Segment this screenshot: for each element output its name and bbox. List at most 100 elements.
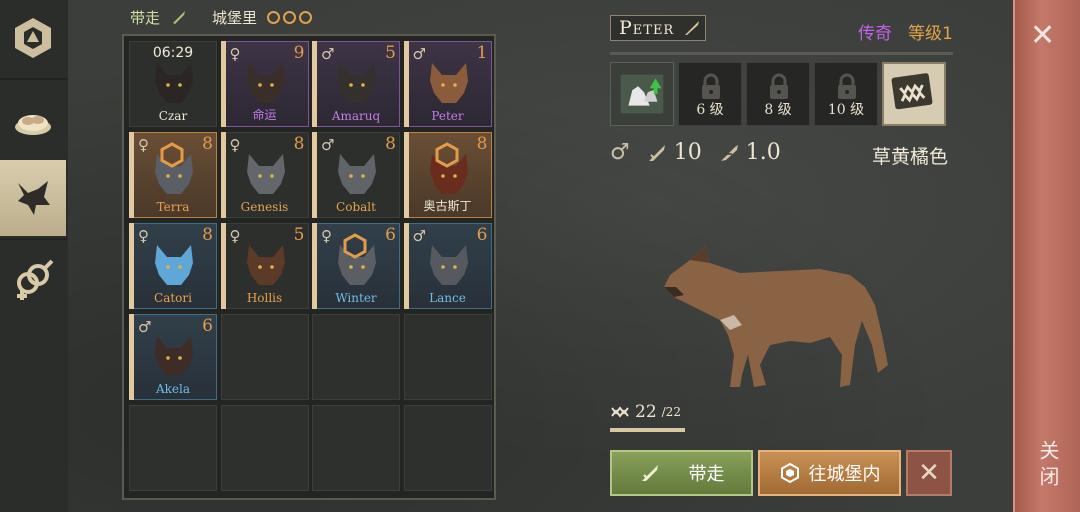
close-label[interactable]: 关闭 bbox=[1034, 440, 1063, 492]
left-nav-rail bbox=[0, 0, 68, 512]
slot-frame bbox=[129, 405, 217, 491]
pack-tab-button[interactable] bbox=[0, 0, 66, 76]
pack-leader-hex-icon bbox=[435, 142, 458, 168]
wolf-card[interactable]: ♂ 6 Lance bbox=[403, 223, 492, 309]
food-bowl-icon bbox=[15, 115, 51, 135]
wolf-card[interactable]: ♀ 8 Catori bbox=[129, 223, 217, 309]
wolf-card[interactable]: ♀ 8 Terra bbox=[129, 132, 217, 218]
speed-value: 1.0 bbox=[745, 140, 781, 165]
wolf-level: 8 bbox=[202, 225, 213, 245]
wolf-card[interactable]: ♀ 9 命运 bbox=[220, 41, 309, 127]
food-tab-button[interactable] bbox=[0, 82, 66, 158]
release-button[interactable]: ✕ bbox=[906, 450, 952, 496]
move-to-castle-button[interactable]: 往城堡内 bbox=[758, 450, 901, 496]
empty-slot[interactable] bbox=[220, 314, 309, 400]
wolf-name-field[interactable]: Peter bbox=[610, 15, 706, 41]
wolf-name: Genesis bbox=[240, 200, 289, 214]
close-icon[interactable]: ✕ bbox=[1030, 18, 1055, 53]
wolf-level: 8 bbox=[202, 134, 213, 154]
empty-slot[interactable] bbox=[403, 314, 492, 400]
wolf-name: 命运 bbox=[252, 108, 277, 122]
wolf-roster-grid: 06:29 Czar ♀ 9 命运 ♂ 5 Amaruq ♂ 1 Peter ♀ 8 Terra ♀ 8 Gen… bbox=[122, 34, 496, 500]
female-icon: ♀ bbox=[321, 227, 332, 245]
skill-unlock-level: 6 级 bbox=[696, 102, 724, 118]
wolf-head-icon bbox=[429, 63, 468, 103]
wolf-card[interactable]: ♀ 6 Winter bbox=[312, 223, 400, 309]
close-panel[interactable] bbox=[1013, 0, 1080, 512]
take-dagger-icon bbox=[641, 465, 658, 481]
wolf-card[interactable]: 8 奥古斯丁 bbox=[403, 132, 492, 218]
wolf-name: Czar bbox=[158, 109, 188, 123]
take-button[interactable]: 带走 bbox=[610, 450, 753, 496]
wolf-head-icon bbox=[338, 63, 376, 103]
empty-slot[interactable] bbox=[312, 314, 400, 400]
skill-slot-upgrade[interactable] bbox=[610, 62, 674, 126]
wolf-name: Peter bbox=[431, 109, 464, 123]
empty-slot[interactable] bbox=[220, 405, 309, 491]
lock-icon bbox=[838, 73, 856, 99]
cooldown-timer: 06:29 bbox=[152, 45, 194, 61]
wolf-card[interactable]: ♀ 8 Genesis bbox=[220, 132, 309, 218]
take-button-label: 带走 bbox=[688, 464, 725, 485]
wolf-name: Akela bbox=[155, 382, 191, 396]
male-icon: ♂ bbox=[138, 318, 152, 336]
lock-icon bbox=[770, 73, 788, 99]
wolf-head-icon bbox=[155, 245, 193, 285]
slot-frame bbox=[220, 405, 309, 491]
wolf-card[interactable]: ♂ 1 Peter bbox=[403, 41, 492, 127]
wolf-level: 1 bbox=[476, 43, 488, 63]
attack-value: 10 bbox=[673, 140, 702, 165]
header-divider bbox=[610, 52, 953, 55]
skill-slot-bite[interactable] bbox=[882, 62, 946, 126]
male-icon: ♂ bbox=[412, 227, 426, 245]
wolf-card[interactable]: 06:29 Czar bbox=[129, 41, 217, 127]
empty-slot[interactable] bbox=[403, 405, 492, 491]
male-icon: ♂ bbox=[412, 45, 426, 63]
female-icon: ♀ bbox=[229, 227, 241, 245]
wolf-card[interactable]: ♀ 5 Hollis bbox=[220, 223, 309, 309]
slot-frame bbox=[403, 405, 492, 491]
dagger-icon bbox=[173, 11, 186, 24]
wolf-head-icon bbox=[338, 154, 376, 194]
paw-slot-icon bbox=[283, 10, 297, 24]
breeding-tab-button[interactable] bbox=[0, 242, 66, 318]
wolf-card[interactable]: ♂ 6 Akela bbox=[129, 314, 217, 400]
male-icon: ♂ bbox=[321, 45, 335, 63]
male-icon: ♂ bbox=[610, 140, 630, 165]
wolf-name: Terra bbox=[156, 200, 190, 214]
food-max: /22 bbox=[661, 405, 681, 419]
food-counter: 22/22 bbox=[610, 402, 681, 422]
paw-slot-icon bbox=[299, 10, 313, 24]
male-icon: ♂ bbox=[321, 136, 335, 154]
paw-slot-icon bbox=[267, 10, 281, 24]
wolf-level: 5 bbox=[385, 43, 396, 63]
empty-slot[interactable] bbox=[129, 405, 217, 491]
skill-slot-locked[interactable]: 6 级 bbox=[678, 62, 742, 126]
skill-slot-locked[interactable]: 10 级 bbox=[814, 62, 878, 126]
wolf-head-icon bbox=[246, 63, 285, 103]
wolves-tab-button[interactable] bbox=[0, 160, 66, 236]
rename-quill-icon[interactable] bbox=[683, 19, 701, 37]
wolf-card[interactable]: ♂ 5 Amaruq bbox=[312, 41, 400, 127]
wolf-portrait bbox=[664, 245, 888, 387]
wolf-card[interactable]: ♂ 8 Cobalt bbox=[312, 132, 400, 218]
wolf-name: Lance bbox=[429, 291, 466, 305]
female-icon: ♀ bbox=[138, 227, 149, 245]
attack-stat: 10 bbox=[646, 140, 702, 165]
wolf-head-icon bbox=[18, 181, 50, 215]
slot-frame bbox=[312, 314, 400, 400]
wolf-level: 6 bbox=[202, 316, 213, 336]
wolf-name: 奥古斯丁 bbox=[423, 199, 472, 213]
bite-card-icon bbox=[891, 73, 933, 110]
wolf-head-icon bbox=[246, 154, 285, 194]
attack-dagger-icon bbox=[648, 144, 665, 161]
wolf-head-icon bbox=[429, 245, 468, 285]
jaw-icon bbox=[611, 406, 629, 418]
wolf-level: 8 bbox=[385, 134, 396, 154]
move-to-castle-label: 往城堡内 bbox=[808, 464, 881, 485]
skill-unlock-level: 10 级 bbox=[827, 102, 865, 118]
skill-slot-locked[interactable]: 8 级 bbox=[746, 62, 810, 126]
empty-slot[interactable] bbox=[312, 405, 400, 491]
wolf-head-icon bbox=[155, 63, 193, 103]
wolf-name: Catori bbox=[154, 291, 192, 305]
